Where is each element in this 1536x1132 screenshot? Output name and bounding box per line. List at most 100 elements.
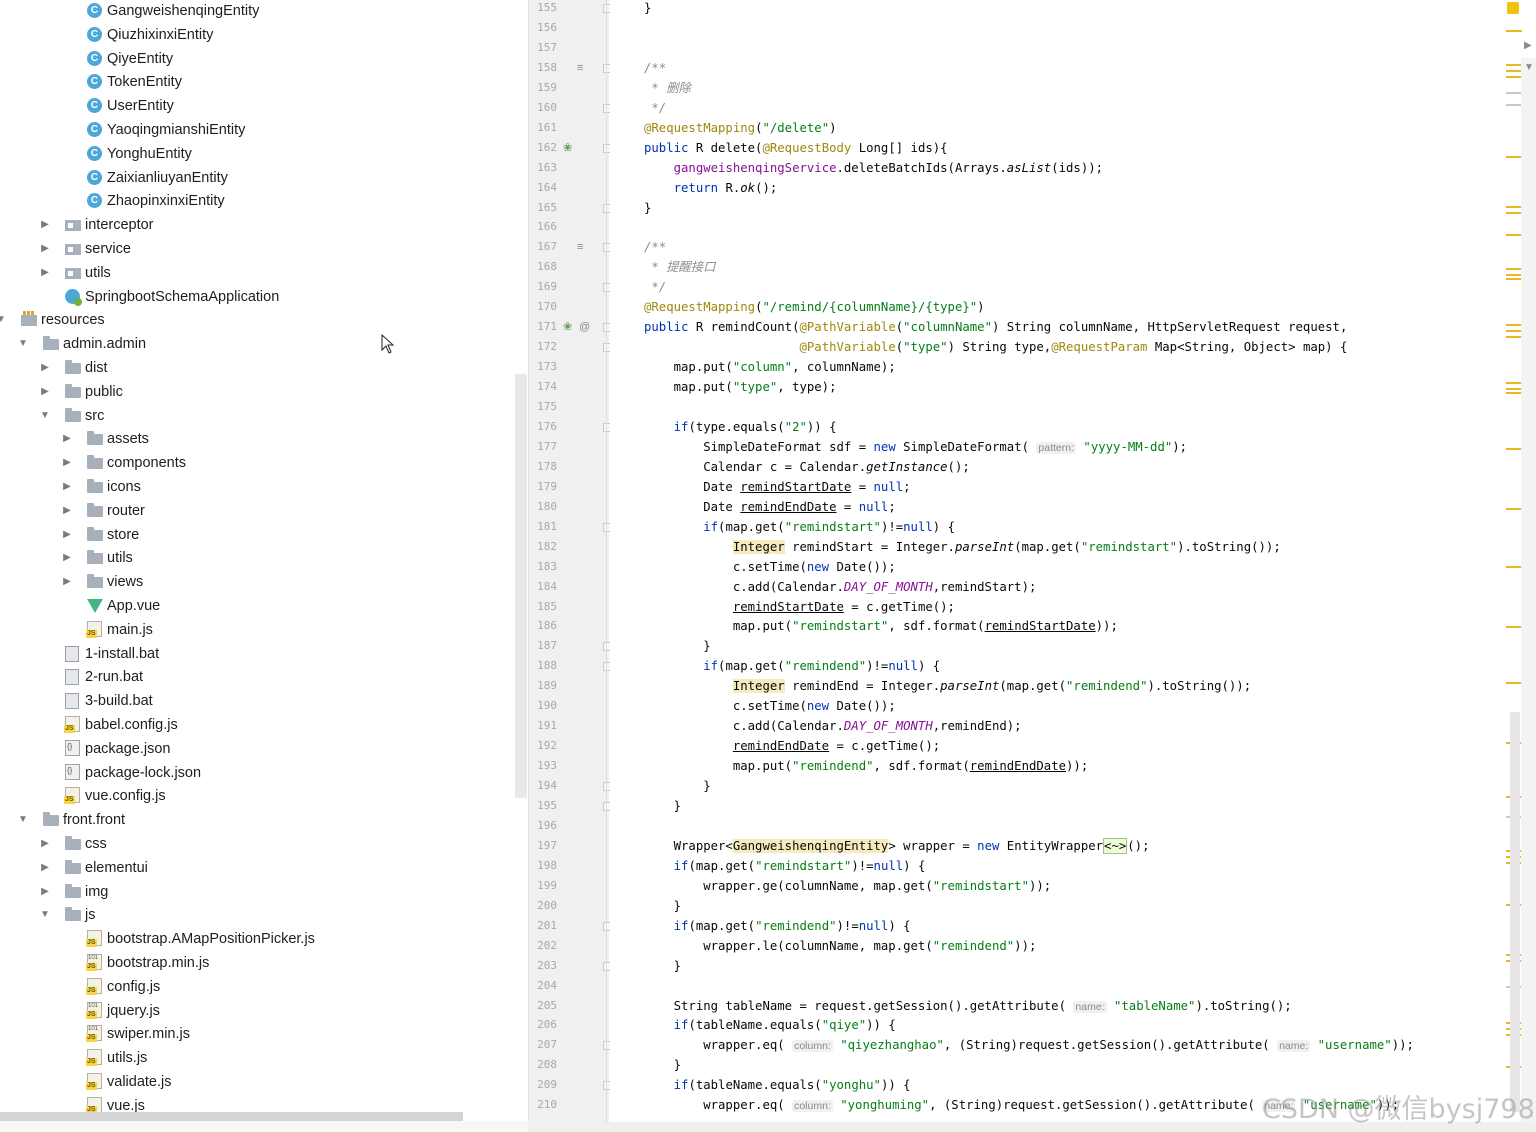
code-line[interactable]: @PathVariable("type") String type,@Reque… <box>644 337 1347 357</box>
project-tree-horizontal-scrollbar[interactable] <box>0 1112 463 1121</box>
tree-item[interactable]: ▼ js <box>0 903 510 927</box>
project-tree-scrollbar[interactable] <box>515 374 527 798</box>
code-line[interactable]: @RequestMapping("/delete") <box>644 118 837 138</box>
chevron-right-icon[interactable]: ▶ <box>39 261 51 285</box>
warning-marker[interactable] <box>1506 626 1522 628</box>
code-line[interactable]: } <box>644 0 651 18</box>
tree-item[interactable]: ▶ assets <box>0 427 510 451</box>
line-number[interactable]: 183 <box>529 557 557 577</box>
warning-marker[interactable] <box>1506 212 1522 214</box>
code-line[interactable]: SimpleDateFormat sdf = new SimpleDateFor… <box>644 437 1187 457</box>
warning-marker[interactable] <box>1506 336 1522 338</box>
line-number[interactable]: 168 <box>529 257 557 277</box>
warning-marker[interactable] <box>1506 206 1522 208</box>
code-line[interactable]: if(map.get("remindend")!=null) { <box>644 656 940 676</box>
line-number[interactable]: 155 <box>529 0 557 18</box>
warning-marker[interactable] <box>1506 566 1522 568</box>
code-line[interactable]: */ <box>644 98 666 118</box>
line-number[interactable]: 207 <box>529 1035 557 1055</box>
code-line[interactable]: Date remindEndDate = null; <box>644 497 896 517</box>
chevron-right-icon[interactable]: ▶ <box>39 237 51 261</box>
scroll-down-icon[interactable]: ▼ <box>1524 62 1534 73</box>
code-line[interactable]: } <box>644 1055 681 1075</box>
line-number[interactable]: 176 <box>529 417 557 437</box>
tree-item[interactable]: package.json <box>0 737 510 761</box>
chevron-right-icon[interactable]: ▶ <box>61 427 73 451</box>
code-line[interactable]: */ <box>644 277 666 297</box>
warning-marker[interactable] <box>1506 70 1522 72</box>
code-line[interactable]: if(map.get("remindstart")!=null) { <box>644 856 926 876</box>
line-number[interactable]: 162 <box>529 138 557 158</box>
code-line[interactable]: } <box>644 796 681 816</box>
scroll-up-icon[interactable]: ▶ <box>1524 40 1532 51</box>
bean-icon[interactable]: ❀ <box>563 317 572 337</box>
line-number[interactable]: 163 <box>529 158 557 178</box>
chevron-right-icon[interactable]: ▶ <box>61 523 73 547</box>
tree-item[interactable]: C UserEntity <box>0 94 510 118</box>
chevron-right-icon[interactable]: ▶ <box>39 832 51 856</box>
tree-item[interactable]: C ZaixianliuyanEntity <box>0 166 510 190</box>
code-line[interactable]: } <box>644 956 681 976</box>
tree-item[interactable]: 3-build.bat <box>0 689 510 713</box>
line-number[interactable]: 200 <box>529 896 557 916</box>
code-line[interactable]: } <box>644 896 681 916</box>
line-number[interactable]: 181 <box>529 517 557 537</box>
warning-marker[interactable] <box>1506 278 1522 280</box>
info-marker[interactable] <box>1506 104 1522 106</box>
code-line[interactable]: Calendar c = Calendar.getInstance(); <box>644 457 970 477</box>
editor-gutter[interactable]: 155 156 157 158 ≡ 159 160 161 162 ❀ 163 164 165 166 16… <box>528 0 612 1122</box>
code-editor[interactable]: }/** * 删除 */@RequestMapping("/delete") pu… <box>610 0 1506 1120</box>
code-line[interactable]: if(map.get("remindend")!=null) { <box>644 916 911 936</box>
warning-marker[interactable] <box>1506 30 1522 32</box>
tree-item[interactable]: SpringbootSchemaApplication <box>0 285 510 309</box>
code-line[interactable]: Date remindStartDate = null; <box>644 477 910 497</box>
code-line[interactable]: map.put("remindend", sdf.format(remindEn… <box>644 756 1088 776</box>
tree-item[interactable]: swiper.min.js <box>0 1022 510 1046</box>
line-number[interactable]: 203 <box>529 956 557 976</box>
line-number[interactable]: 175 <box>529 397 557 417</box>
code-line[interactable]: /** <box>644 237 666 257</box>
code-line[interactable]: } <box>644 636 710 656</box>
tree-item[interactable]: jquery.js <box>0 999 510 1023</box>
code-line[interactable]: remindEndDate = c.getTime(); <box>644 736 940 756</box>
line-number[interactable]: 170 <box>529 297 557 317</box>
chevron-right-icon[interactable]: ▶ <box>39 880 51 904</box>
tree-item[interactable]: ▶ public <box>0 380 510 404</box>
tree-item[interactable]: babel.config.js <box>0 713 510 737</box>
doc-icon[interactable]: ≡ <box>577 58 583 78</box>
code-line[interactable]: @RequestMapping("/remind/{columnName}/{t… <box>644 297 985 317</box>
line-number[interactable]: 169 <box>529 277 557 297</box>
code-line[interactable]: map.put("type", type); <box>644 377 837 397</box>
warning-indicator-icon[interactable] <box>1507 2 1519 14</box>
warning-marker[interactable] <box>1506 274 1522 276</box>
tree-item[interactable]: ▼ admin.admin <box>0 332 510 356</box>
tree-item[interactable]: ▼ resources <box>0 308 510 332</box>
tree-item[interactable]: ▶ router <box>0 499 510 523</box>
tree-item[interactable]: C QiyeEntity <box>0 47 510 71</box>
chevron-right-icon[interactable]: ▶ <box>39 856 51 880</box>
line-number[interactable]: 192 <box>529 736 557 756</box>
line-number[interactable]: 166 <box>529 217 557 237</box>
tree-item[interactable]: bootstrap.AMapPositionPicker.js <box>0 927 510 951</box>
code-line[interactable]: wrapper.le(columnName, map.get("reminden… <box>644 936 1036 956</box>
line-number[interactable]: 210 <box>529 1095 557 1115</box>
tree-item[interactable]: ▼ src <box>0 404 510 428</box>
code-line[interactable]: if(map.get("remindstart")!=null) { <box>644 517 955 537</box>
editor-scroll-track[interactable] <box>1521 58 1536 1122</box>
chevron-right-icon[interactable]: ▶ <box>61 570 73 594</box>
warning-marker[interactable] <box>1506 388 1522 390</box>
line-number[interactable]: 177 <box>529 437 557 457</box>
tree-item[interactable]: validate.js <box>0 1070 510 1094</box>
line-number[interactable]: 199 <box>529 876 557 896</box>
doc-icon[interactable]: ≡ <box>577 237 583 257</box>
line-number[interactable]: 186 <box>529 616 557 636</box>
line-number[interactable]: 198 <box>529 856 557 876</box>
chevron-right-icon[interactable]: ▶ <box>39 213 51 237</box>
tree-item[interactable]: config.js <box>0 975 510 999</box>
tree-item[interactable]: ▶ utils <box>0 546 510 570</box>
code-line[interactable]: } <box>644 198 651 218</box>
at-icon[interactable]: @ <box>579 317 590 337</box>
code-line[interactable]: } <box>644 776 710 796</box>
line-number[interactable]: 187 <box>529 636 557 656</box>
line-number[interactable]: 157 <box>529 38 557 58</box>
